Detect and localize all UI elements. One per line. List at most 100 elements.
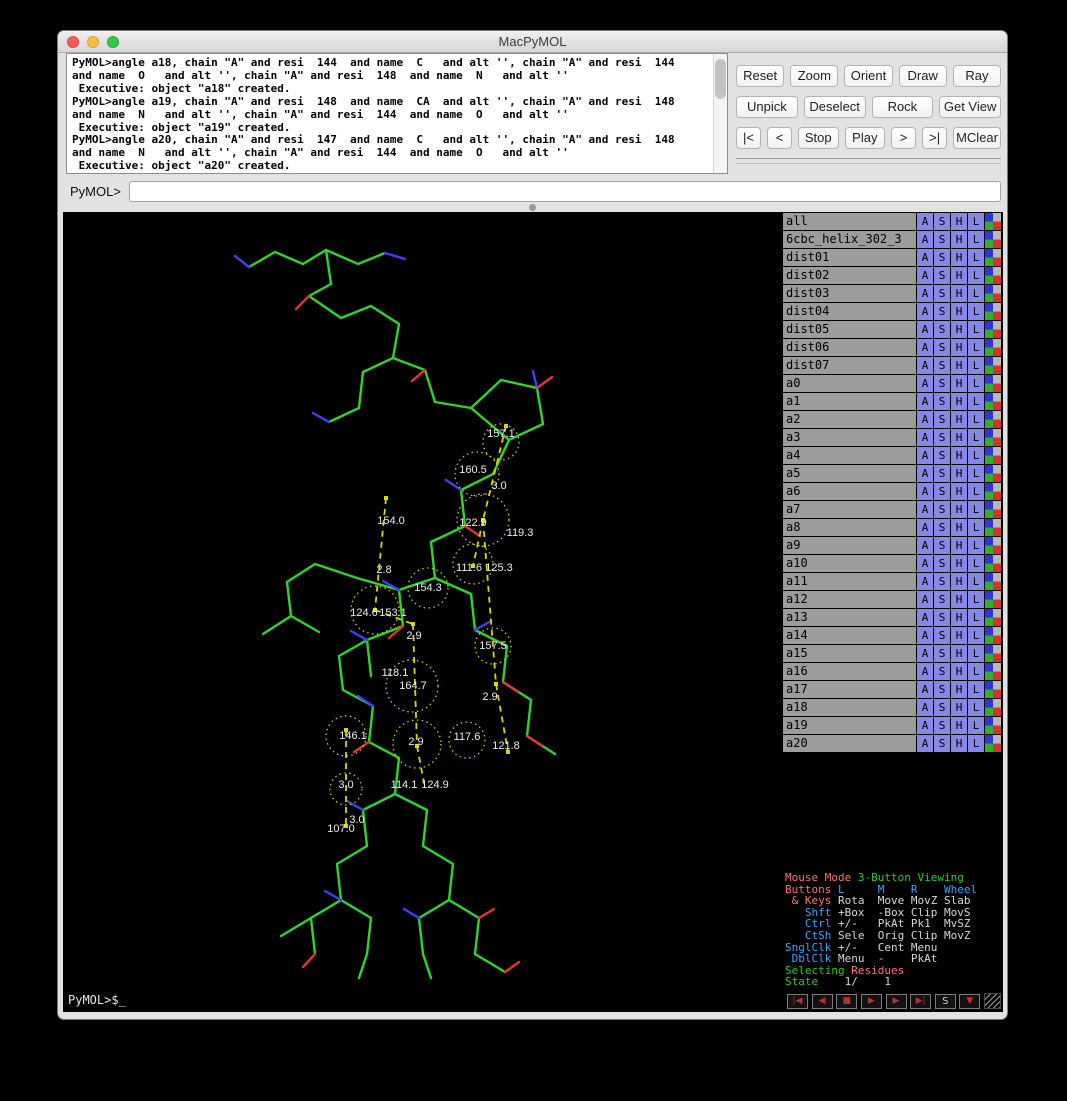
movie-rewind-button[interactable]: |<	[736, 127, 761, 149]
show-button[interactable]: S	[934, 411, 950, 428]
resize-grip[interactable]	[984, 993, 1001, 1009]
zoom-window-button[interactable]	[107, 36, 119, 48]
movie-prev-button[interactable]: ◀	[812, 994, 833, 1009]
hide-button[interactable]: H	[951, 717, 967, 734]
color-button[interactable]	[985, 303, 1001, 320]
show-button[interactable]: S	[934, 357, 950, 374]
show-button[interactable]: S	[934, 483, 950, 500]
object-name[interactable]: a9	[783, 537, 916, 554]
show-button[interactable]: S	[934, 609, 950, 626]
label-button[interactable]: L	[968, 447, 984, 464]
action-button[interactable]: A	[917, 303, 933, 320]
color-button[interactable]	[985, 483, 1001, 500]
object-name[interactable]: a17	[783, 681, 916, 698]
label-button[interactable]: L	[968, 357, 984, 374]
movie-first-button[interactable]: |◀	[787, 994, 808, 1009]
label-button[interactable]: L	[968, 375, 984, 392]
action-button[interactable]: A	[917, 393, 933, 410]
hide-button[interactable]: H	[951, 627, 967, 644]
label-button[interactable]: L	[968, 249, 984, 266]
console-scrollbar[interactable]	[713, 54, 727, 173]
label-button[interactable]: L	[968, 339, 984, 356]
minimize-window-button[interactable]	[87, 36, 99, 48]
reset-button[interactable]: Reset	[736, 65, 784, 87]
show-button[interactable]: S	[934, 267, 950, 284]
action-button[interactable]: A	[917, 699, 933, 716]
hide-button[interactable]: H	[951, 447, 967, 464]
action-button[interactable]: A	[917, 285, 933, 302]
hide-button[interactable]: H	[951, 591, 967, 608]
object-name[interactable]: a11	[783, 573, 916, 590]
color-button[interactable]	[985, 627, 1001, 644]
hide-button[interactable]: H	[951, 429, 967, 446]
hide-button[interactable]: H	[951, 339, 967, 356]
object-name[interactable]: all	[783, 213, 916, 230]
movie-s-button[interactable]: S	[935, 994, 956, 1009]
label-button[interactable]: L	[968, 519, 984, 536]
action-button[interactable]: A	[917, 213, 933, 230]
command-input[interactable]	[129, 181, 1001, 202]
show-button[interactable]: S	[934, 465, 950, 482]
object-name[interactable]: a16	[783, 663, 916, 680]
label-button[interactable]: L	[968, 321, 984, 338]
color-button[interactable]	[985, 537, 1001, 554]
action-button[interactable]: A	[917, 609, 933, 626]
show-button[interactable]: S	[934, 231, 950, 248]
rock-button[interactable]: Rock	[872, 96, 934, 118]
hide-button[interactable]: H	[951, 321, 967, 338]
action-button[interactable]: A	[917, 519, 933, 536]
color-button[interactable]	[985, 465, 1001, 482]
object-name[interactable]: dist06	[783, 339, 916, 356]
play-button[interactable]: Play	[845, 127, 886, 149]
label-button[interactable]: L	[968, 681, 984, 698]
color-button[interactable]	[985, 609, 1001, 626]
color-button[interactable]	[985, 717, 1001, 734]
show-button[interactable]: S	[934, 537, 950, 554]
movie-forward-button[interactable]: >	[891, 127, 916, 149]
hide-button[interactable]: H	[951, 483, 967, 500]
show-button[interactable]: S	[934, 681, 950, 698]
color-button[interactable]	[985, 411, 1001, 428]
object-name[interactable]: a13	[783, 609, 916, 626]
hide-button[interactable]: H	[951, 213, 967, 230]
label-button[interactable]: L	[968, 303, 984, 320]
show-button[interactable]: S	[934, 555, 950, 572]
color-button[interactable]	[985, 681, 1001, 698]
hide-button[interactable]: H	[951, 231, 967, 248]
object-name[interactable]: 6cbc_helix_302_3	[783, 231, 916, 248]
label-button[interactable]: L	[968, 501, 984, 518]
hide-button[interactable]: H	[951, 249, 967, 266]
color-button[interactable]	[985, 573, 1001, 590]
color-button[interactable]	[985, 213, 1001, 230]
label-button[interactable]: L	[968, 393, 984, 410]
deselect-button[interactable]: Deselect	[804, 96, 866, 118]
label-button[interactable]: L	[968, 735, 984, 752]
object-name[interactable]: a18	[783, 699, 916, 716]
movie-end-button[interactable]: >|	[922, 127, 947, 149]
label-button[interactable]: L	[968, 411, 984, 428]
object-name[interactable]: a0	[783, 375, 916, 392]
action-button[interactable]: A	[917, 447, 933, 464]
color-button[interactable]	[985, 645, 1001, 662]
object-name[interactable]: dist05	[783, 321, 916, 338]
action-button[interactable]: A	[917, 357, 933, 374]
action-button[interactable]: A	[917, 681, 933, 698]
show-button[interactable]: S	[934, 591, 950, 608]
color-button[interactable]	[985, 663, 1001, 680]
color-button[interactable]	[985, 249, 1001, 266]
orient-button[interactable]: Orient	[844, 65, 892, 87]
action-button[interactable]: A	[917, 717, 933, 734]
hide-button[interactable]: H	[951, 537, 967, 554]
object-name[interactable]: a8	[783, 519, 916, 536]
object-name[interactable]: dist04	[783, 303, 916, 320]
label-button[interactable]: L	[968, 483, 984, 500]
color-button[interactable]	[985, 429, 1001, 446]
action-button[interactable]: A	[917, 321, 933, 338]
action-button[interactable]: A	[917, 555, 933, 572]
hide-button[interactable]: H	[951, 357, 967, 374]
show-button[interactable]: S	[934, 663, 950, 680]
label-button[interactable]: L	[968, 645, 984, 662]
hide-button[interactable]: H	[951, 465, 967, 482]
action-button[interactable]: A	[917, 375, 933, 392]
object-name[interactable]: dist07	[783, 357, 916, 374]
